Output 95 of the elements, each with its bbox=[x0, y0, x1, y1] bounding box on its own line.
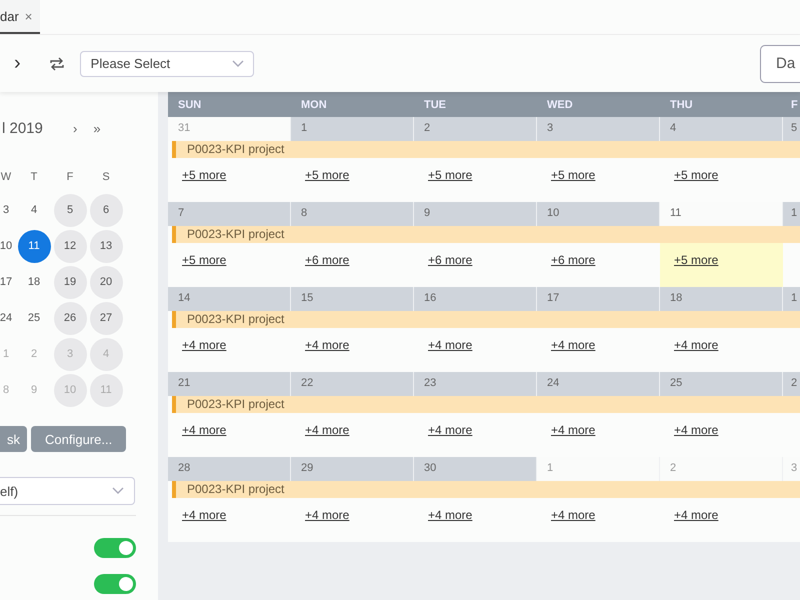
day-cell[interactable]: 19 bbox=[54, 266, 86, 298]
day-cell[interactable]: 17 bbox=[0, 266, 16, 298]
chevron-down-icon bbox=[232, 60, 244, 68]
weekday-header: SUN bbox=[177, 98, 202, 110]
day-cell[interactable]: 18 bbox=[18, 266, 50, 298]
day-cell[interactable]: 26 bbox=[54, 302, 86, 334]
more-link[interactable]: +4 more bbox=[551, 508, 596, 522]
more-link[interactable]: +6 more bbox=[551, 253, 596, 267]
date-cell: 1 bbox=[783, 287, 800, 311]
day-cell[interactable]: 3 bbox=[0, 194, 16, 226]
day-cell[interactable]: 27 bbox=[90, 302, 122, 334]
event-bar[interactable]: P0023-KPI project bbox=[172, 311, 800, 328]
weekday-label: T bbox=[30, 171, 38, 183]
calendar-tab[interactable]: dar × bbox=[0, 0, 40, 34]
day-cell[interactable]: 13 bbox=[90, 230, 122, 262]
toggle-switch[interactable] bbox=[94, 538, 136, 558]
more-link[interactable]: +4 more bbox=[674, 423, 718, 437]
next-year-button[interactable]: » bbox=[88, 120, 106, 136]
more-link[interactable]: +6 more bbox=[305, 253, 350, 267]
more-link[interactable]: +4 more bbox=[674, 338, 718, 352]
day-cell[interactable]: 11 bbox=[18, 230, 50, 262]
date-cell: 21 bbox=[168, 372, 291, 396]
more-link[interactable]: +4 more bbox=[551, 338, 596, 352]
more-link[interactable]: +5 more bbox=[551, 168, 596, 182]
date-cell: 30 bbox=[414, 457, 537, 481]
chevron-down-icon bbox=[112, 487, 124, 495]
event-bar[interactable]: P0023-KPI project bbox=[172, 141, 800, 158]
date-cell: 4 bbox=[660, 117, 783, 141]
more-link[interactable]: +5 more bbox=[674, 253, 718, 267]
toggle-switch[interactable] bbox=[94, 574, 136, 594]
date-cell: 22 bbox=[291, 372, 414, 396]
more-link[interactable]: +5 more bbox=[305, 168, 350, 182]
date-cell: 17 bbox=[537, 287, 660, 311]
date-cell: 9 bbox=[414, 202, 537, 226]
day-cell[interactable]: 25 bbox=[18, 302, 50, 334]
repeat-icon[interactable] bbox=[48, 56, 65, 72]
event-bar[interactable]: P0023-KPI project bbox=[172, 396, 800, 413]
weekday-label: W bbox=[0, 171, 12, 183]
select-field[interactable]: Please Select bbox=[80, 50, 254, 76]
day-cell[interactable]: 4 bbox=[18, 194, 50, 226]
date-cell: 16 bbox=[414, 287, 537, 311]
date-cell: 8 bbox=[291, 202, 414, 226]
more-link[interactable]: +4 more bbox=[428, 508, 472, 522]
date-cell: 3 bbox=[537, 117, 660, 141]
more-link[interactable]: +5 more bbox=[182, 253, 226, 267]
date-cell: 15 bbox=[291, 287, 414, 311]
view-button[interactable]: Da bbox=[760, 44, 800, 82]
more-link[interactable]: +6 more bbox=[428, 253, 472, 267]
date-cell: 25 bbox=[660, 372, 783, 396]
more-link[interactable]: +4 more bbox=[182, 508, 226, 522]
more-link[interactable]: +4 more bbox=[305, 508, 350, 522]
more-link[interactable]: +4 more bbox=[182, 338, 226, 352]
close-icon[interactable]: × bbox=[24, 8, 32, 24]
date-cell: 10 bbox=[537, 202, 660, 226]
next-month-button[interactable]: › bbox=[68, 120, 82, 136]
date-cell: 2 bbox=[783, 372, 800, 396]
more-link[interactable]: +4 more bbox=[551, 423, 596, 437]
day-cell[interactable]: 6 bbox=[90, 194, 122, 226]
more-link[interactable]: +4 more bbox=[428, 338, 472, 352]
date-cell: 18 bbox=[660, 287, 783, 311]
date-cell: 24 bbox=[537, 372, 660, 396]
event-bar[interactable]: P0023-KPI project bbox=[172, 481, 800, 498]
weekday-header: WED bbox=[546, 98, 574, 110]
more-link[interactable]: +4 more bbox=[674, 508, 718, 522]
more-link[interactable]: +4 more bbox=[428, 423, 472, 437]
date-cell: 29 bbox=[291, 457, 414, 481]
date-cell: 1 bbox=[291, 117, 414, 141]
date-cell: 1 bbox=[783, 202, 800, 226]
filter-select[interactable]: elf) bbox=[0, 477, 135, 505]
weekday-header: F bbox=[790, 98, 799, 110]
day-cell[interactable]: 12 bbox=[54, 230, 86, 262]
date-cell: 2 bbox=[414, 117, 537, 141]
weekday-header: THU bbox=[669, 98, 694, 110]
more-link[interactable]: +4 more bbox=[305, 423, 350, 437]
weekday-label: S bbox=[102, 171, 110, 183]
next-button[interactable]: › bbox=[10, 52, 25, 75]
more-link[interactable]: +5 more bbox=[674, 168, 718, 182]
date-cell: 7 bbox=[168, 202, 291, 226]
day-cell[interactable]: 20 bbox=[90, 266, 122, 298]
day-cell[interactable]: 5 bbox=[54, 194, 86, 226]
date-cell: 23 bbox=[414, 372, 537, 396]
more-link[interactable]: +4 more bbox=[305, 338, 350, 352]
date-cell: 28 bbox=[168, 457, 291, 481]
more-link[interactable]: +5 more bbox=[428, 168, 472, 182]
day-cell[interactable]: 10 bbox=[0, 230, 16, 262]
date-cell: 14 bbox=[168, 287, 291, 311]
weekday-header: TUE bbox=[423, 98, 447, 110]
more-link[interactable]: +5 more bbox=[182, 168, 226, 182]
weekday-label: F bbox=[66, 171, 74, 183]
weekday-header: MON bbox=[300, 98, 328, 110]
date-cell: 5 bbox=[783, 117, 800, 141]
event-bar[interactable]: P0023-KPI project bbox=[172, 226, 800, 243]
day-cell[interactable]: 24 bbox=[0, 302, 16, 334]
more-link[interactable]: +4 more bbox=[182, 423, 226, 437]
month-title: l 2019 bbox=[1, 120, 44, 136]
